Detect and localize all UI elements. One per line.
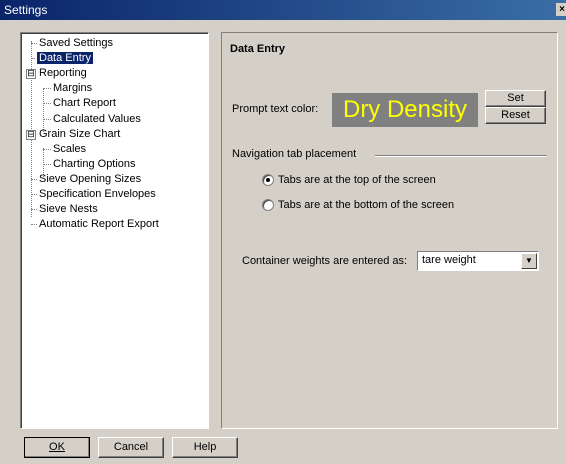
tree-line [43,149,51,150]
tree-item-saved-settings[interactable]: Saved Settings [37,36,115,50]
container-weights-select[interactable]: tare weight ▼ [417,251,539,271]
help-button[interactable]: Help [172,437,238,458]
help-label: Help [193,441,217,453]
tabs-bottom-label[interactable]: Tabs are at the bottom of the screen [278,199,454,211]
prompt-color-preview: Dry Density [332,93,478,127]
tree-item-automatic-report-export[interactable]: Automatic Report Export [37,217,161,231]
cancel-label: Cancel [113,441,149,453]
tree-item-data-entry[interactable]: Data Entry [36,51,94,65]
tree-line [43,88,44,132]
panel-title: Data Entry [230,43,286,55]
tree-item-margins[interactable]: Margins [51,81,94,95]
group-divider [375,155,547,157]
cancel-button[interactable]: Cancel [98,437,164,458]
chevron-down-icon[interactable]: ▼ [521,253,537,269]
tree-item-reporting[interactable]: Reporting [37,66,89,80]
close-icon[interactable]: × [556,3,566,16]
tree-item-charting-options[interactable]: Charting Options [51,157,138,171]
navigation-group-label: Navigation tab placement [232,148,357,160]
tabs-top-label[interactable]: Tabs are at the top of the screen [278,174,436,186]
tree-line [43,119,51,120]
tree-item-scales[interactable]: Scales [51,142,88,156]
collapse-icon[interactable]: ⊟ [26,130,36,140]
tree-line [43,88,51,89]
settings-tree[interactable]: Saved Settings Data Entry ⊟ Reporting Ma… [20,32,209,429]
tabs-top-radio[interactable] [262,174,274,186]
reset-color-button[interactable]: Reset [485,107,546,124]
ok-button[interactable]: OK [24,437,90,458]
collapse-icon[interactable]: ⊟ [26,69,36,79]
title-bar: Settings × [0,0,566,20]
tree-line [43,103,51,104]
tree-item-sieve-nests[interactable]: Sieve Nests [37,202,100,216]
prompt-text-color-label: Prompt text color: [232,103,319,115]
tree-item-chart-report[interactable]: Chart Report [51,96,118,110]
window-title: Settings [4,3,48,17]
tabs-bottom-radio[interactable] [262,199,274,211]
settings-panel: Data Entry Prompt text color: Dry Densit… [221,32,558,429]
tree-item-grain-size-chart[interactable]: Grain Size Chart [37,127,122,141]
tree-item-calculated-values[interactable]: Calculated Values [51,112,143,126]
tree-line [43,164,51,165]
tree-item-specification-envelopes[interactable]: Specification Envelopes [37,187,158,201]
set-color-button[interactable]: Set [485,90,546,107]
container-weights-label: Container weights are entered as: [242,255,408,267]
tree-item-sieve-opening-sizes[interactable]: Sieve Opening Sizes [37,172,143,186]
container-weights-value: tare weight [422,254,476,266]
ok-label: OK [49,441,65,453]
